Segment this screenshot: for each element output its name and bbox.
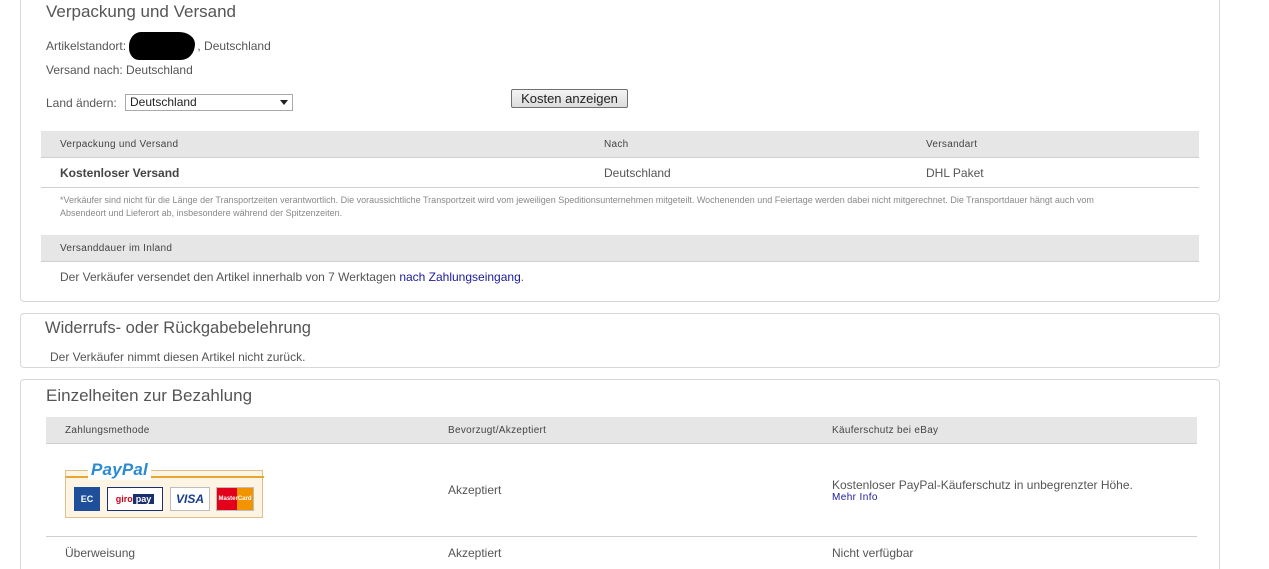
domestic-text-main: Der Verkäufer versendet den Artikel inne… xyxy=(60,270,400,284)
col-header-protection: Käuferschutz bei eBay xyxy=(832,425,939,436)
location-country: , Deutschland xyxy=(197,39,271,54)
redacted-location xyxy=(129,32,196,60)
shipping-table-header: Verpackung und Versand Nach Versandart xyxy=(41,131,1199,158)
payment-table-header: Zahlungsmethode Bevorzugt/Akzeptiert Käu… xyxy=(46,417,1197,444)
col-header-preferred: Bevorzugt/Akzeptiert xyxy=(448,425,547,436)
domestic-text: Der Verkäufer versendet den Artikel inne… xyxy=(60,270,524,284)
col-header-method: Zahlungsmethode xyxy=(65,425,150,436)
col-header-to: Nach xyxy=(604,139,629,150)
shipping-method: DHL Paket xyxy=(926,166,984,180)
returns-title: Widerrufs- oder Rückgabebelehrung xyxy=(45,319,311,337)
visa-card-icon: VISA xyxy=(170,487,210,511)
paypal-payment-logo: PayPal EC giro pay VISA MasterCard xyxy=(65,460,264,518)
paypal-logo: PayPal xyxy=(88,460,151,480)
returns-panel: Widerrufs- oder Rückgabebelehrung Der Ve… xyxy=(20,313,1220,368)
domestic-header: Versanddauer im Inland xyxy=(41,235,1199,262)
location-label: Artikelstandort: xyxy=(46,39,127,54)
shipping-title: Verpackung und Versand xyxy=(46,2,236,21)
ec-card-icon: EC xyxy=(74,487,100,511)
shipping-panel: Verpackung und Versand Artikelstandort: … xyxy=(20,0,1220,302)
paypal-protection: Kostenloser PayPal-Käuferschutz in unbeg… xyxy=(832,478,1133,492)
item-location: Artikelstandort: , Deutschland xyxy=(46,32,271,60)
payment-title: Einzelheiten zur Bezahlung xyxy=(46,386,253,405)
row-divider xyxy=(41,187,1199,188)
col-header-method: Versandart xyxy=(926,139,978,150)
transfer-status: Akzeptiert xyxy=(448,546,502,560)
giropay-icon: giro pay xyxy=(107,487,163,511)
col-header-shipping: Verpackung und Versand xyxy=(60,139,179,150)
domestic-text-end: . xyxy=(520,270,525,284)
country-select[interactable]: Deutschland xyxy=(125,94,293,111)
transport-note: *Verkäufer sind nicht für die Länge der … xyxy=(60,195,1094,218)
returns-text: Der Verkäufer nimmt diesen Artikel nicht… xyxy=(50,350,306,364)
domestic-header-label: Versanddauer im Inland xyxy=(60,243,173,254)
show-costs-button[interactable]: Kosten anzeigen xyxy=(511,89,628,108)
change-country-label: Land ändern: xyxy=(46,96,117,110)
chevron-down-icon xyxy=(280,100,288,105)
shipping-cost: Kostenloser Versand xyxy=(60,166,180,180)
paypal-status: Akzeptiert xyxy=(448,483,502,497)
payment-panel: Einzelheiten zur Bezahlung Zahlungsmetho… xyxy=(20,379,1220,569)
transfer-protection: Nicht verfügbar xyxy=(832,546,914,560)
ship-to: Versand nach: Deutschland xyxy=(46,63,193,77)
transfer-method: Überweisung xyxy=(65,546,136,560)
payment-received-link[interactable]: nach Zahlungseingang xyxy=(399,270,520,284)
row-divider xyxy=(46,536,1197,537)
country-select-value: Deutschland xyxy=(130,95,197,109)
shipping-destination: Deutschland xyxy=(604,166,671,180)
more-info-link[interactable]: Mehr Info xyxy=(832,492,878,503)
mastercard-icon: MasterCard xyxy=(216,487,254,511)
